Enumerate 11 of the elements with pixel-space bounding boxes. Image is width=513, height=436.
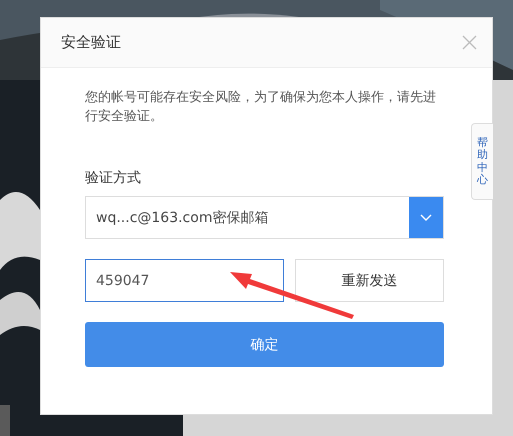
dropdown-button[interactable]: [409, 197, 443, 238]
resend-button[interactable]: 重新发送: [295, 259, 444, 302]
dialog-title: 安全验证: [61, 33, 121, 52]
help-tab[interactable]: 帮助中心: [471, 123, 493, 200]
chevron-down-icon: [420, 214, 432, 221]
method-label: 验证方式: [85, 169, 142, 187]
warning-message: 您的帐号可能存在安全风险，为了确保为您本人操作，请先进行安全验证。: [85, 89, 437, 126]
method-select[interactable]: wq...c@163.com密保邮箱: [85, 196, 444, 239]
close-icon[interactable]: [462, 35, 477, 50]
code-field[interactable]: 459047: [85, 259, 284, 302]
method-value: wq...c@163.com密保邮箱: [95, 208, 270, 228]
